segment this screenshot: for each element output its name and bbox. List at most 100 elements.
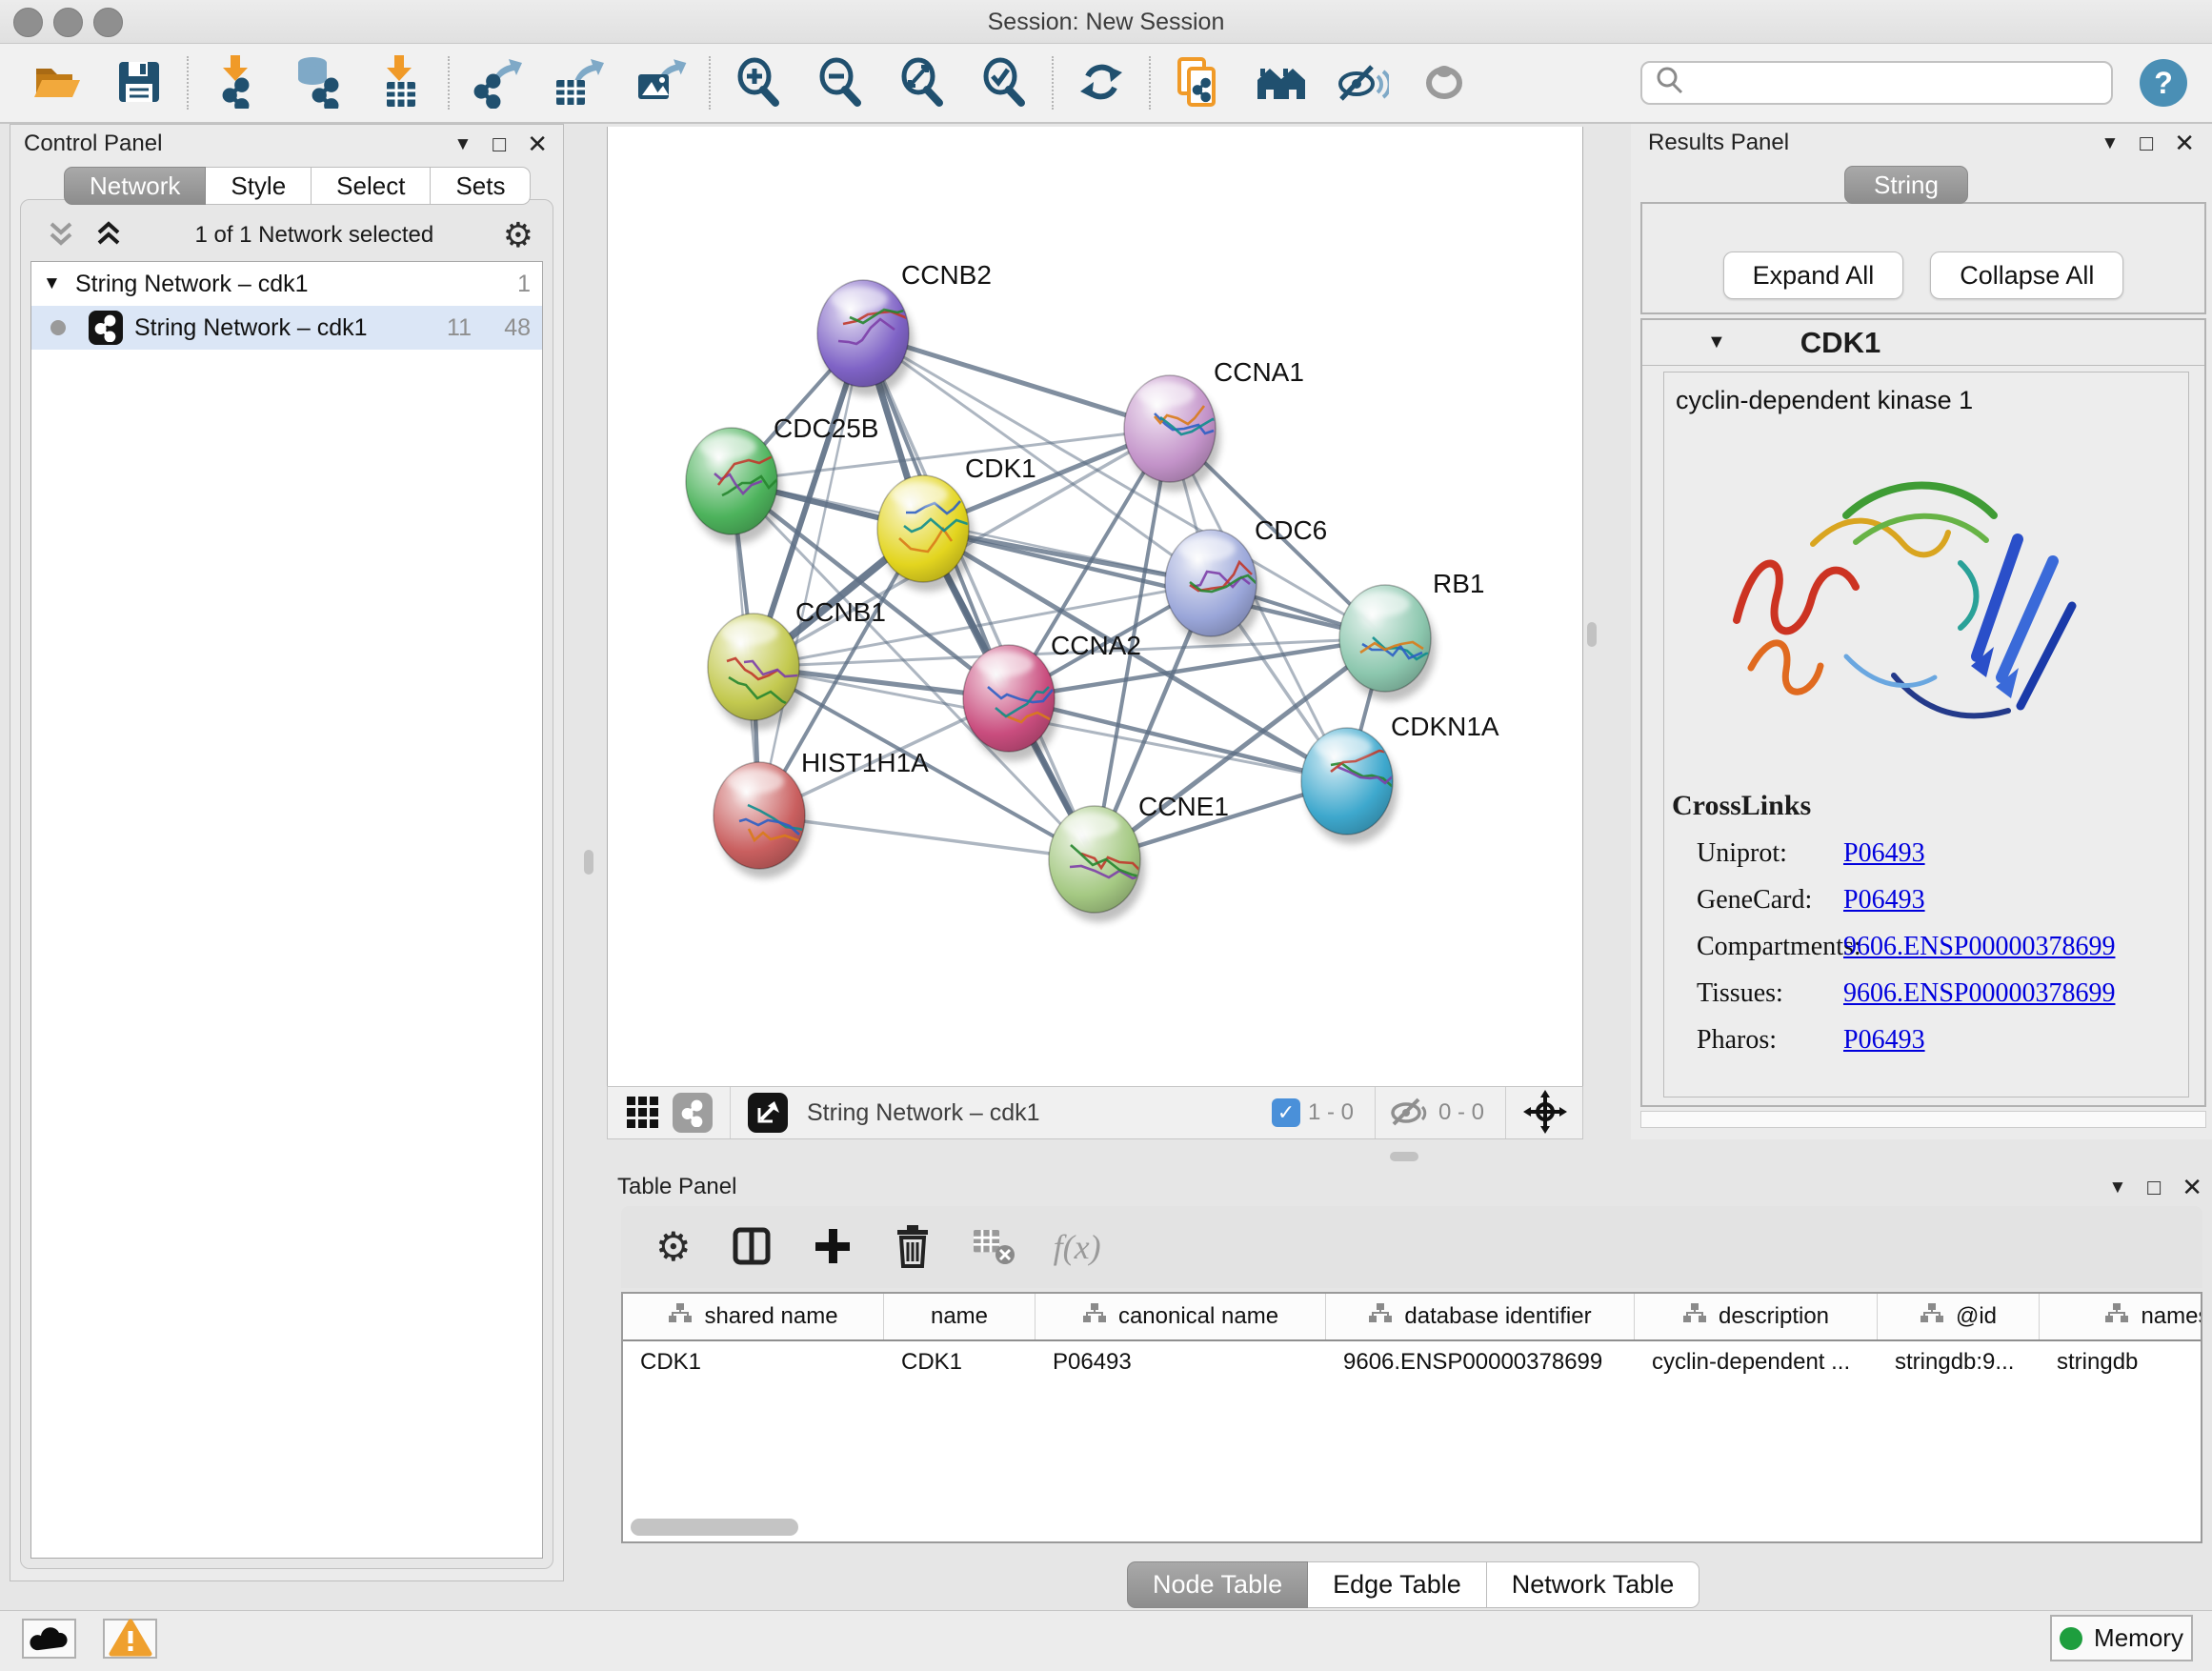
table-cell[interactable]: stringdb: [2040, 1341, 2202, 1383]
export-table-button[interactable]: [553, 56, 606, 110]
table-panel-collapse-icon[interactable]: ▼: [2108, 1178, 2126, 1197]
clone-network-button[interactable]: [1172, 56, 1225, 110]
add-column-button[interactable]: [812, 1225, 854, 1270]
warnings-button[interactable]: [103, 1619, 157, 1659]
search-box[interactable]: [1640, 61, 2113, 105]
network-node-HIST1H1A[interactable]: HIST1H1A: [714, 748, 929, 878]
hidden-items-eye-slash-icon[interactable]: [1387, 1092, 1431, 1135]
crosslink-link[interactable]: 9606.ENSP00000378699: [1843, 932, 2115, 961]
selected-items-checkbox[interactable]: ✓: [1272, 1098, 1300, 1127]
network-node-CCNE1[interactable]: CCNE1: [1049, 792, 1229, 922]
cloud-status-button[interactable]: [22, 1619, 76, 1659]
network-node-RB1[interactable]: RB1: [1339, 569, 1484, 701]
tab-node-table[interactable]: Node Table: [1127, 1561, 1308, 1608]
table-cell[interactable]: stringdb:9...: [1878, 1341, 2040, 1383]
column-header-name[interactable]: name: [884, 1294, 1036, 1339]
control-panel-float-icon[interactable]: □: [493, 133, 506, 155]
results-tab-string[interactable]: String: [1844, 166, 1968, 204]
tab-edge-table[interactable]: Edge Table: [1308, 1561, 1487, 1608]
table-horizontal-scrollbar[interactable]: [631, 1519, 798, 1536]
results-panel-float-icon[interactable]: □: [2140, 132, 2153, 154]
results-scrollbar-track[interactable]: [1640, 1111, 2206, 1128]
help-button[interactable]: ?: [2140, 59, 2187, 107]
table-cell[interactable]: CDK1: [623, 1341, 884, 1383]
control-panel-collapse-icon[interactable]: ▼: [453, 135, 472, 153]
save-session-button[interactable]: [112, 56, 166, 110]
hide-unhide-button[interactable]: [1336, 56, 1389, 110]
export-network-button[interactable]: [471, 56, 524, 110]
column-header-canonicalname[interactable]: canonical name: [1036, 1294, 1326, 1339]
collapse-all-networks-icon[interactable]: [91, 216, 126, 255]
tab-network[interactable]: Network: [64, 167, 206, 205]
horizontal-splitter-handle[interactable]: [1390, 1152, 1418, 1161]
crosslink-link[interactable]: 9606.ENSP00000378699: [1843, 978, 2115, 1008]
network-row[interactable]: String Network – cdk1 11 48: [31, 306, 542, 350]
network-canvas[interactable]: CCNB2 CCNA1 CDC25B CDK1 CDC6 RB1 CCNB1: [607, 127, 1583, 1086]
table-panel-float-icon[interactable]: □: [2147, 1177, 2161, 1198]
edge-CCNB2-CCNE1[interactable]: [863, 333, 1095, 859]
gene-card-header[interactable]: ▼ CDK1: [1642, 320, 2204, 366]
grid-view-button[interactable]: [623, 1093, 661, 1134]
network-collection-row[interactable]: ▼ String Network – cdk1 1: [31, 262, 542, 306]
expand-all-networks-icon[interactable]: [44, 216, 78, 255]
table-cell[interactable]: 9606.ENSP00000378699: [1326, 1341, 1635, 1383]
edge-CCNA2-CDKN1A[interactable]: [1009, 698, 1347, 781]
expand-all-button[interactable]: Expand All: [1723, 252, 1904, 299]
column-header-databaseidentifier[interactable]: database identifier: [1326, 1294, 1635, 1339]
import-network-from-file-button[interactable]: [210, 56, 263, 110]
column-header-id[interactable]: @id: [1878, 1294, 2040, 1339]
string-home-button[interactable]: [1254, 56, 1307, 110]
column-header-sharedname[interactable]: shared name: [623, 1294, 884, 1339]
results-panel-close-icon[interactable]: ✕: [2174, 131, 2195, 155]
table-row[interactable]: CDK1CDK1P064939606.ENSP00000378699cyclin…: [623, 1341, 2201, 1383]
search-input[interactable]: [1696, 70, 2100, 96]
import-table-from-file-button[interactable]: [373, 56, 427, 110]
navigator-crosshair-button[interactable]: [1523, 1090, 1567, 1137]
network-view-mode-button[interactable]: [673, 1093, 713, 1133]
tab-style[interactable]: Style: [206, 167, 312, 205]
column-header-description[interactable]: description: [1635, 1294, 1878, 1339]
export-image-button[interactable]: [634, 56, 688, 110]
table-cell[interactable]: P06493: [1036, 1341, 1326, 1383]
network-node-CCNB2[interactable]: CCNB2: [817, 260, 992, 396]
vertical-splitter-handle[interactable]: [584, 850, 593, 875]
table-cell[interactable]: CDK1: [884, 1341, 1036, 1383]
results-panel-collapse-icon[interactable]: ▼: [2101, 134, 2119, 152]
tab-sets[interactable]: Sets: [431, 167, 531, 205]
zoom-fit-content-button[interactable]: [895, 56, 949, 110]
function-builder-button[interactable]: f(x): [1054, 1227, 1101, 1267]
results-splitter-handle[interactable]: [1587, 622, 1597, 647]
memory-button[interactable]: Memory: [2050, 1615, 2193, 1661]
show-columns-button[interactable]: [730, 1224, 774, 1271]
table-panel-close-icon[interactable]: ✕: [2182, 1175, 2202, 1199]
import-network-from-database-button[interactable]: [292, 56, 345, 110]
zoom-in-button[interactable]: [732, 56, 785, 110]
table-cell[interactable]: cyclin-dependent ...: [1635, 1341, 1878, 1383]
delete-table-button[interactable]: [972, 1226, 1016, 1269]
delete-column-button[interactable]: [892, 1223, 934, 1272]
network-node-CCNB1[interactable]: CCNB1: [708, 597, 886, 730]
control-panel-close-icon[interactable]: ✕: [527, 131, 548, 156]
network-node-CDC6[interactable]: CDC6: [1165, 515, 1327, 646]
column-header-namespace[interactable]: namespace: [2040, 1294, 2202, 1339]
crosslink-link[interactable]: P06493: [1843, 838, 1925, 868]
open-file-button[interactable]: [30, 56, 84, 110]
zoom-selected-button[interactable]: [977, 56, 1031, 110]
network-node-CDK1[interactable]: CDK1: [877, 453, 1036, 592]
gene-card-expander-icon[interactable]: ▼: [1707, 332, 1726, 353]
network-graph[interactable]: CCNB2 CCNA1 CDC25B CDK1 CDC6 RB1 CCNB1: [608, 127, 1584, 1086]
network-node-CDKN1A[interactable]: CDKN1A: [1301, 712, 1499, 844]
tree-expander-icon[interactable]: ▼: [43, 273, 75, 294]
zoom-out-button[interactable]: [814, 56, 867, 110]
grayscale-view-button[interactable]: [1418, 56, 1471, 110]
network-node-CDC25B[interactable]: CDC25B: [686, 413, 878, 544]
crosslink-link[interactable]: P06493: [1843, 1025, 1925, 1055]
tab-network-table[interactable]: Network Table: [1487, 1561, 1700, 1608]
crosslink-link[interactable]: P06493: [1843, 885, 1925, 915]
tab-select[interactable]: Select: [312, 167, 431, 205]
network-options-gear-icon[interactable]: ⚙: [503, 218, 533, 252]
detach-view-button[interactable]: [748, 1093, 788, 1133]
collapse-all-button[interactable]: Collapse All: [1930, 252, 2123, 299]
refresh-layout-button[interactable]: [1075, 56, 1128, 110]
table-options-button[interactable]: ⚙: [655, 1227, 692, 1267]
